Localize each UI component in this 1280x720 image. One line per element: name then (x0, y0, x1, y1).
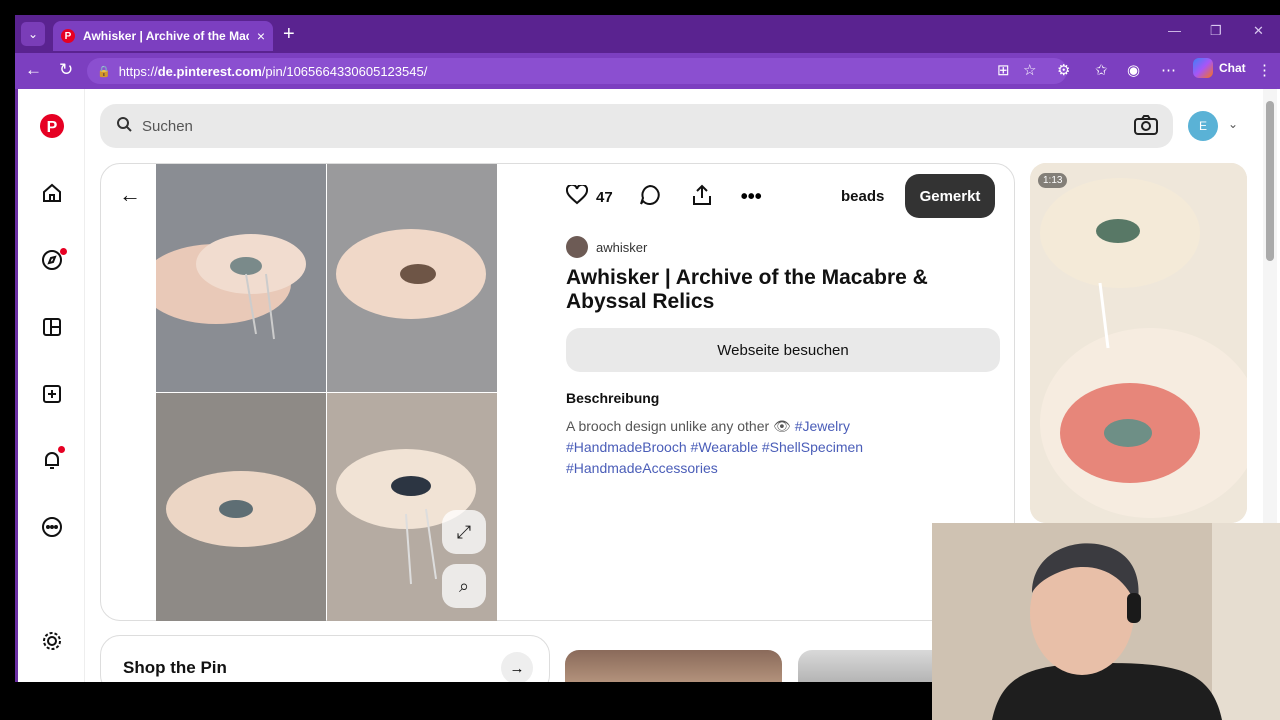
scrollbar-thumb[interactable] (1266, 101, 1274, 261)
pin-image[interactable]: ⤢ ⌕ (141, 164, 497, 621)
search-placeholder: Suchen (142, 117, 193, 135)
comment-icon[interactable] (639, 184, 661, 211)
notification-dot (60, 248, 67, 255)
create-plus-icon[interactable] (38, 380, 66, 408)
url-path: /pin/1065664330605123545/ (261, 63, 428, 79)
extensions-icon[interactable]: ⚙ (1057, 61, 1070, 79)
boards-icon[interactable] (38, 313, 66, 341)
save-button[interactable]: Gemerkt (905, 174, 995, 218)
author-avatar (566, 236, 588, 258)
arrow-right-icon[interactable]: → (501, 652, 533, 682)
settings-gear-icon[interactable] (38, 627, 66, 655)
url-host: de.pinterest.com (157, 63, 262, 79)
more-menu-icon[interactable]: ⋯ (1161, 61, 1176, 79)
sidebar-menu-icon[interactable]: ⋮ (1257, 61, 1272, 79)
tab-pinterest[interactable]: P Awhisker | Archive of the Macabre × (53, 21, 273, 51)
visual-search-camera-icon[interactable] (1133, 114, 1159, 136)
address-row: ← ↻ 🔒 https://de.pinterest.com/pin/10656… (15, 53, 1280, 89)
hashtag-link[interactable]: #ShellSpecimen (762, 439, 863, 455)
board-selector[interactable]: beads (841, 188, 884, 205)
hashtag-link[interactable]: #HandmadeBrooch (566, 439, 687, 455)
pin-title: Awhisker | Archive of the Macabre & Abys… (566, 266, 928, 314)
reload-icon[interactable]: ↻ (59, 60, 73, 80)
visual-search-lens-icon[interactable]: ⌕ (442, 564, 486, 608)
hashtag-link[interactable]: #HandmadeAccessories (566, 460, 718, 476)
author-name: awhisker (596, 239, 648, 255)
tab-title: Awhisker | Archive of the Macabre (83, 29, 249, 43)
hashtag-link[interactable]: #Jewelry (795, 418, 850, 434)
copilot-icon (1193, 58, 1213, 78)
like-count: 47 (596, 189, 613, 206)
home-icon[interactable] (38, 179, 66, 207)
notifications-bell-icon[interactable] (38, 446, 66, 474)
chat-label: Chat (1219, 61, 1246, 75)
search-input[interactable]: Suchen (100, 104, 1173, 148)
webcam-overlay (932, 523, 1280, 720)
pin-closeup: ← ⤢ ⌕ 47 ••• beads Gemerkt awhisker Awhi… (100, 163, 1015, 621)
description: A brooch design unlike any other 👁 #Jewe… (566, 416, 916, 479)
expand-icon[interactable]: ⤢ (442, 510, 486, 554)
screen: ⌄ P Awhisker | Archive of the Macabre × … (0, 0, 1280, 720)
related-pin-thumbnail[interactable] (565, 650, 782, 682)
copilot-chat-button[interactable]: Chat (1193, 58, 1246, 78)
close-tab-icon[interactable]: × (257, 28, 265, 44)
site-info-icon[interactable]: 🔒 (97, 65, 111, 78)
tab-bar: ⌄ P Awhisker | Archive of the Macabre × … (15, 15, 1280, 53)
shop-title: Shop the Pin (123, 658, 227, 677)
close-window-icon[interactable]: ✕ (1253, 23, 1264, 39)
explore-compass-icon[interactable] (38, 246, 67, 274)
hashtag-link[interactable]: #Wearable (691, 439, 758, 455)
heart-icon[interactable] (565, 183, 589, 210)
author-link[interactable]: awhisker (566, 236, 647, 258)
share-icon[interactable] (691, 184, 713, 211)
profile-icon[interactable]: ◉ (1127, 61, 1140, 79)
restore-icon[interactable]: ❐ (1210, 23, 1222, 39)
search-icon (116, 116, 132, 136)
back-arrow-icon[interactable]: ← (119, 182, 141, 208)
related-pin-video[interactable]: 1:13 (1030, 163, 1247, 523)
shop-the-pin[interactable]: Shop the Pin → (100, 635, 550, 682)
more-options-icon[interactable]: ••• (741, 186, 762, 209)
pinterest-logo-icon[interactable]: P (38, 112, 66, 140)
favorite-star-icon[interactable]: ☆ (1023, 61, 1036, 79)
description-heading: Beschreibung (566, 390, 660, 406)
tab-actions-chevron-icon[interactable]: ⌄ (21, 22, 45, 46)
reader-mode-icon[interactable]: ⊞ (997, 61, 1010, 79)
new-tab-icon[interactable]: + (283, 23, 295, 46)
minimize-icon[interactable]: — (1168, 23, 1181, 38)
back-arrow-icon[interactable]: ← (25, 60, 42, 80)
left-nav: P (18, 89, 85, 682)
svg-text:P: P (47, 119, 58, 136)
avatar[interactable]: E (1188, 111, 1218, 141)
description-text: A brooch design unlike any other 👁 (566, 418, 791, 434)
address-bar[interactable]: 🔒 https://de.pinterest.com/pin/106566433… (87, 58, 1067, 84)
url-prefix: https:// (118, 63, 158, 79)
video-duration: 1:13 (1038, 173, 1068, 188)
notification-dot (58, 446, 65, 453)
account-chevron-down-icon[interactable]: ⌄ (1228, 117, 1238, 131)
pinterest-favicon-icon: P (61, 29, 75, 43)
messages-icon[interactable] (38, 513, 66, 541)
pin-actions: 47 ••• (565, 183, 762, 211)
favorites-icon[interactable]: ✩ (1095, 61, 1108, 79)
related-pin-thumbnail[interactable] (798, 650, 948, 682)
visit-website-button[interactable]: Webseite besuchen (566, 328, 1000, 372)
